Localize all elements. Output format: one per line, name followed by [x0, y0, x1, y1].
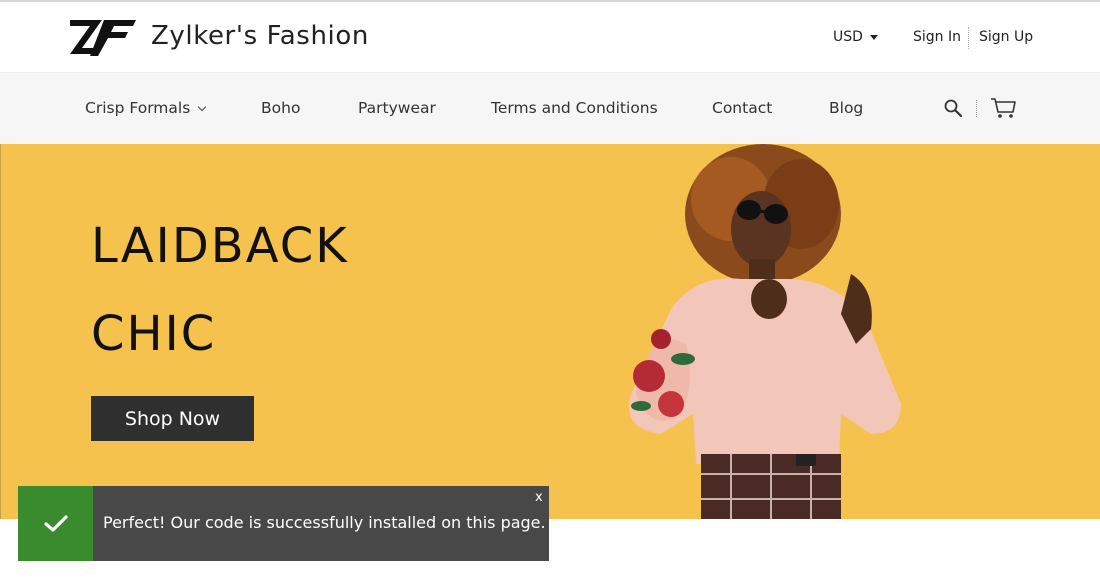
currency-selector[interactable]: USD	[833, 29, 863, 45]
success-toast: Perfect! Our code is successfully instal…	[18, 486, 549, 561]
nav-item-crisp-formals[interactable]: Crisp Formals	[85, 99, 207, 117]
toast-status	[18, 486, 93, 561]
divider	[976, 100, 977, 117]
main-nav: Crisp Formals Boho Partywear Terms and C…	[0, 73, 1100, 144]
search-icon[interactable]	[943, 98, 963, 118]
chevron-down-icon[interactable]	[870, 35, 878, 40]
brand-name[interactable]: Zylker's Fashion	[151, 21, 369, 51]
close-icon[interactable]: x	[535, 490, 543, 505]
chevron-down-icon	[198, 102, 207, 112]
nav-item-boho[interactable]: Boho	[261, 99, 300, 117]
nav-item-partywear[interactable]: Partywear	[358, 99, 436, 117]
checkmark-icon	[43, 514, 68, 532]
nav-item-blog[interactable]: Blog	[829, 99, 863, 117]
hero-title-line-2: CHIC	[91, 306, 217, 362]
sign-in-link[interactable]: Sign In	[913, 29, 961, 45]
brand-logo-icon[interactable]	[68, 14, 138, 60]
sign-up-link[interactable]: Sign Up	[979, 29, 1033, 45]
cart-icon[interactable]	[990, 97, 1017, 119]
hero-title-line-1: LAIDBACK	[91, 218, 349, 274]
nav-item-label: Crisp Formals	[85, 99, 191, 117]
nav-item-terms[interactable]: Terms and Conditions	[491, 99, 658, 117]
nav-item-contact[interactable]: Contact	[712, 99, 772, 117]
site-header: Zylker's Fashion USD Sign In Sign Up	[0, 2, 1100, 73]
hero-model-image	[629, 144, 901, 519]
divider	[968, 27, 969, 49]
toast-message: Perfect! Our code is successfully instal…	[103, 513, 546, 532]
shop-now-button[interactable]: Shop Now	[91, 396, 254, 441]
hero-banner: LAIDBACK CHIC Shop Now	[0, 144, 1100, 519]
